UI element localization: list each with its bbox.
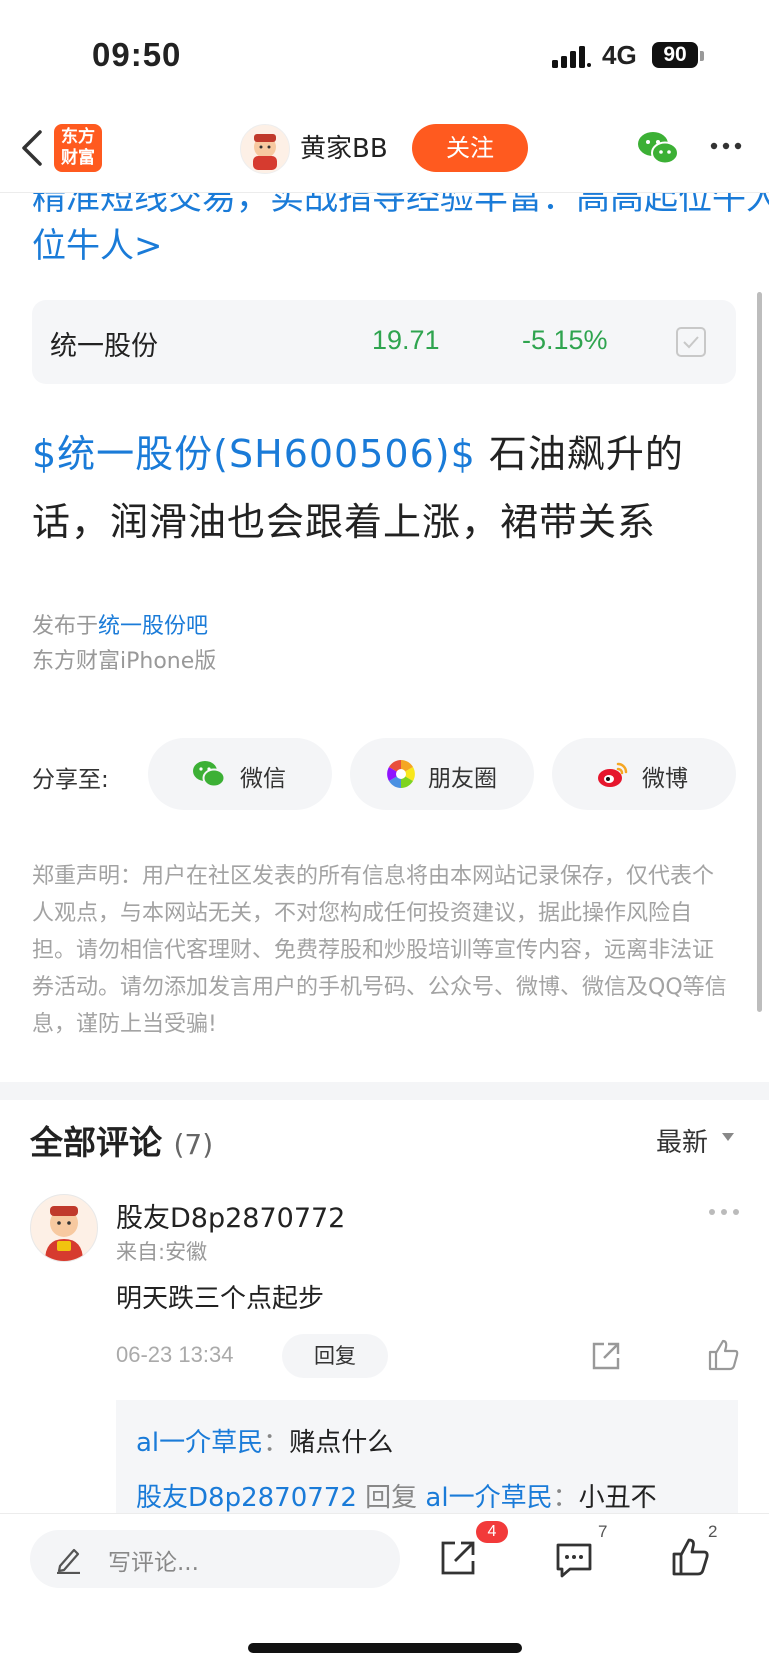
back-arrow-icon[interactable] — [18, 128, 48, 168]
forum-link[interactable]: 统一股份吧 — [98, 614, 208, 639]
comment-input-placeholder[interactable]: 写评论... — [108, 1543, 199, 1577]
share-wechat-button[interactable]: 微信 — [148, 738, 332, 810]
nav-divider — [0, 192, 769, 193]
comments-count: (7) — [173, 1128, 214, 1161]
published-prefix: 发布于 — [32, 614, 99, 639]
comment-input[interactable] — [30, 1530, 400, 1588]
share-weibo-label: 微博 — [642, 766, 688, 792]
reply-user[interactable]: al一介草民 — [136, 1428, 263, 1458]
author-name[interactable]: 黄家BB — [300, 128, 388, 165]
reply-sep: ： — [552, 1483, 579, 1513]
logo-text-line1: 东方 — [61, 127, 95, 147]
comments-title-text: 全部评论 — [30, 1123, 162, 1162]
stock-tag-link[interactable]: $统一股份(SH600506)$ — [32, 432, 476, 476]
post-published-in: 发布于统一股份吧 — [32, 608, 208, 640]
fortune-god-avatar-icon — [253, 134, 277, 170]
comment-like-icon[interactable] — [706, 1338, 740, 1372]
comment-more-icon[interactable] — [708, 1208, 740, 1216]
weibo-icon — [598, 762, 628, 787]
reply-user[interactable]: 股友D8p2870772 — [136, 1483, 357, 1513]
scrollbar[interactable] — [757, 292, 762, 1012]
comment-share-icon[interactable] — [590, 1340, 622, 1372]
eastmoney-logo[interactable]: 东方 财富 — [54, 124, 102, 172]
share-moments-button[interactable]: 朋友圈 — [350, 738, 534, 810]
wechat-icon — [193, 761, 226, 788]
post-body: $统一股份(SH600506)$ 石油飙升的话，润滑油也会跟着上涨，裙带关系 — [32, 420, 742, 556]
comment-icon[interactable] — [554, 1540, 594, 1580]
battery-tip — [700, 51, 704, 61]
signal-icon — [552, 46, 591, 68]
network-type: 4G — [602, 40, 637, 70]
comment-text: 明天跌三个点起步 — [116, 1284, 325, 1314]
author-avatar[interactable] — [240, 124, 290, 174]
home-indicator[interactable] — [248, 1643, 522, 1653]
disclaimer: 郑重声明：用户在社区发表的所有信息将由本网站记录保存，仅代表个人观点，与本网站无… — [32, 864, 727, 1037]
like-count: 2 — [708, 1522, 718, 1541]
share-label: 分享至: — [32, 767, 109, 793]
moments-icon — [387, 760, 415, 788]
comment-time: 06-23 13:34 — [116, 1342, 234, 1367]
pencil-icon — [57, 1548, 80, 1574]
more-options-icon[interactable] — [708, 136, 748, 156]
comments-title: 全部评论 (7) — [30, 1116, 213, 1164]
post-client: 东方财富iPhone版 — [32, 649, 217, 674]
stock-name: 统一股份 — [50, 331, 158, 362]
like-icon[interactable] — [670, 1536, 710, 1578]
reply-item[interactable]: al一介草民：赌点什么 — [136, 1422, 393, 1459]
watchlist-check-icon[interactable] — [676, 327, 706, 357]
battery-level: 90 — [652, 42, 698, 68]
share-weibo-button[interactable]: 微博 — [552, 738, 736, 810]
follow-button[interactable]: 关注 — [412, 124, 528, 172]
reply-item[interactable]: 股友D8p2870772 回复 al一介草民：小丑不 — [136, 1477, 657, 1514]
stock-price: 19.71 — [372, 325, 440, 355]
reply-text: 小丑不 — [578, 1483, 657, 1513]
reply-sep: ： — [263, 1428, 290, 1458]
reply-text: 赌点什么 — [289, 1428, 394, 1458]
stock-change: -5.15% — [522, 325, 608, 355]
commenter-name[interactable]: 股友D8p2870772 — [116, 1196, 345, 1235]
share-icon[interactable] — [438, 1538, 478, 1578]
reply-button[interactable]: 回复 — [282, 1334, 388, 1378]
chevron-down-icon[interactable] — [722, 1133, 734, 1141]
share-count-badge: 4 — [476, 1521, 508, 1543]
wechat-share-icon[interactable] — [636, 128, 680, 168]
commenter-location: 来自:安徽 — [116, 1240, 208, 1264]
share-moments-label: 朋友圈 — [428, 766, 497, 792]
fortune-god-avatar-icon — [45, 1206, 83, 1261]
comments-sort-dropdown[interactable]: 最新 — [656, 1122, 708, 1159]
status-time: 09:50 — [92, 36, 182, 73]
section-separator — [0, 1082, 769, 1100]
reply-mid: 回复 — [356, 1483, 426, 1513]
share-wechat-label: 微信 — [240, 766, 286, 792]
logo-text-line2: 财富 — [61, 148, 95, 168]
header-promo-link[interactable]: 位牛人> — [32, 218, 163, 267]
reply-target[interactable]: al一介草民 — [425, 1483, 552, 1513]
commenter-avatar[interactable] — [30, 1194, 98, 1262]
comment-count: 7 — [598, 1522, 608, 1541]
